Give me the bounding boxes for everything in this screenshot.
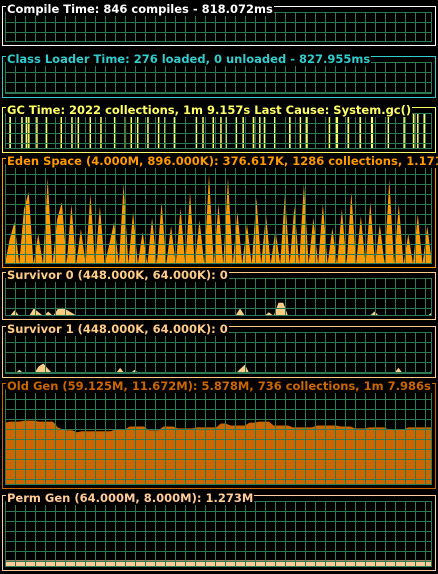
survivor-1-graph (5, 332, 432, 374)
survivor-1-panel: Survivor 1 (448.000K, 64.000K): 0 (0, 322, 438, 378)
survivor-1-title: Survivor 1 (448.000K, 64.000K): 0 (6, 322, 229, 336)
gc-time-graph (5, 113, 432, 149)
gc-time-title: GC Time: 2022 collections, 1m 9.157s Las… (6, 103, 413, 117)
eden-space-title: Eden Space (4.000M, 896.000K): 376.617K,… (6, 154, 438, 168)
compile-time-graph (5, 12, 432, 42)
class-loader-time-panel: Class Loader Time: 276 loaded, 0 unloade… (0, 52, 438, 98)
old-gen-panel: Old Gen (59.125M, 11.672M): 5.878M, 736 … (0, 379, 438, 489)
survivor-0-title: Survivor 0 (448.000K, 64.000K): 0 (6, 268, 229, 282)
compile-time-title: Compile Time: 846 compiles - 818.072ms (6, 2, 274, 16)
survivor-0-graph (5, 278, 432, 316)
perm-gen-graph (5, 501, 432, 567)
old-gen-area (5, 420, 432, 485)
perm-gen-title: Perm Gen (64.000M, 8.000M): 1.273M (6, 491, 255, 505)
class-loader-time-graph (5, 62, 432, 94)
old-gen-title: Old Gen (59.125M, 11.672M): 5.878M, 736 … (6, 379, 432, 393)
old-gen-graph (5, 389, 432, 485)
survivor-0-panel: Survivor 0 (448.000K, 64.000K): 0 (0, 268, 438, 320)
eden-space-panel: Eden Space (4.000M, 896.000K): 376.617K,… (0, 154, 438, 268)
gc-time-panel: GC Time: 2022 collections, 1m 9.157s Las… (0, 103, 438, 153)
eden-space-graph (5, 164, 432, 264)
class-loader-time-title: Class Loader Time: 276 loaded, 0 unloade… (6, 52, 372, 66)
compile-time-panel: Compile Time: 846 compiles - 818.072ms (0, 2, 438, 46)
perm-gen-panel: Perm Gen (64.000M, 8.000M): 1.273M (0, 491, 438, 571)
